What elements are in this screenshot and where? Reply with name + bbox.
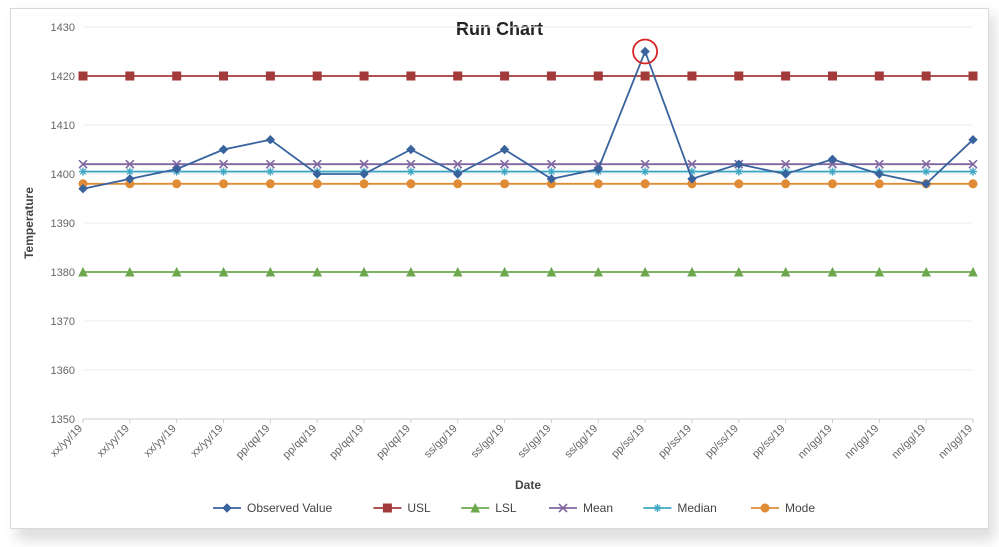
x-tick-label: ss/gg/19	[516, 423, 554, 461]
legend-item-observed-value	[213, 504, 241, 512]
legend-item-median	[643, 504, 671, 512]
x-tick-label: nn/gg/19	[936, 423, 975, 462]
legend-label: Observed Value	[247, 501, 332, 515]
x-tick-label: nn/gg/19	[843, 423, 882, 462]
y-tick-label: 1430	[51, 22, 75, 34]
series-line	[83, 52, 973, 189]
legend-item-mean	[549, 504, 577, 512]
run-chart: Run Chart 1350 1360 1370 1380 1390 1400 1410 142…	[11, 9, 988, 528]
x-tick-label: ss/gg/19	[469, 423, 507, 461]
x-tick-label: nn/gg/19	[890, 423, 929, 462]
x-tick-label: nn/gg/19	[796, 423, 835, 462]
x-tick-label: pp/ss/19	[609, 423, 647, 461]
legend-label: Median	[677, 501, 716, 515]
x-axis-label: Date	[515, 478, 541, 492]
legend-item-lsl	[461, 504, 489, 512]
y-tick-label: 1420	[51, 71, 75, 83]
legend-item-mode	[751, 504, 779, 512]
y-tick-label: 1410	[51, 120, 75, 132]
x-tick-label: xx/yy/19	[142, 423, 179, 460]
x-tick-label: pp/qq/19	[374, 423, 413, 462]
y-tick-label: 1380	[51, 267, 75, 279]
x-tick-label: pp/qq/19	[327, 423, 366, 462]
x-tick-label: pp/qq/19	[281, 423, 320, 462]
series-lsl	[79, 268, 977, 276]
legend-label: Mode	[785, 501, 815, 515]
y-tick-label: 1360	[51, 365, 75, 377]
y-tick-label: 1400	[51, 169, 75, 181]
series-usl	[79, 72, 977, 80]
y-tick-label: 1370	[51, 316, 75, 328]
y-axis-label: Temperature	[22, 187, 36, 259]
x-tick-label: xx/yy/19	[48, 423, 85, 460]
x-tick-label: ss/gg/19	[422, 423, 460, 461]
x-tick-label: xx/yy/19	[95, 423, 132, 460]
x-tick-label: pp/ss/19	[750, 423, 788, 461]
legend-label: Mean	[583, 501, 613, 515]
x-tick-label: xx/yy/19	[189, 423, 226, 460]
x-tick-label: ss/gg/19	[562, 423, 600, 461]
y-tick-label: 1390	[51, 218, 75, 230]
legend-label: USL	[407, 501, 431, 515]
x-tick-label: pp/ss/19	[703, 423, 741, 461]
x-tick-label: pp/ss/19	[656, 423, 694, 461]
series-mode	[79, 180, 977, 188]
legend-label: LSL	[495, 501, 517, 515]
legend-item-usl	[373, 504, 401, 512]
x-tick-label: pp/qq/19	[234, 423, 273, 462]
chart-title: Run Chart	[456, 19, 543, 39]
y-tick-label: 1350	[51, 414, 75, 426]
